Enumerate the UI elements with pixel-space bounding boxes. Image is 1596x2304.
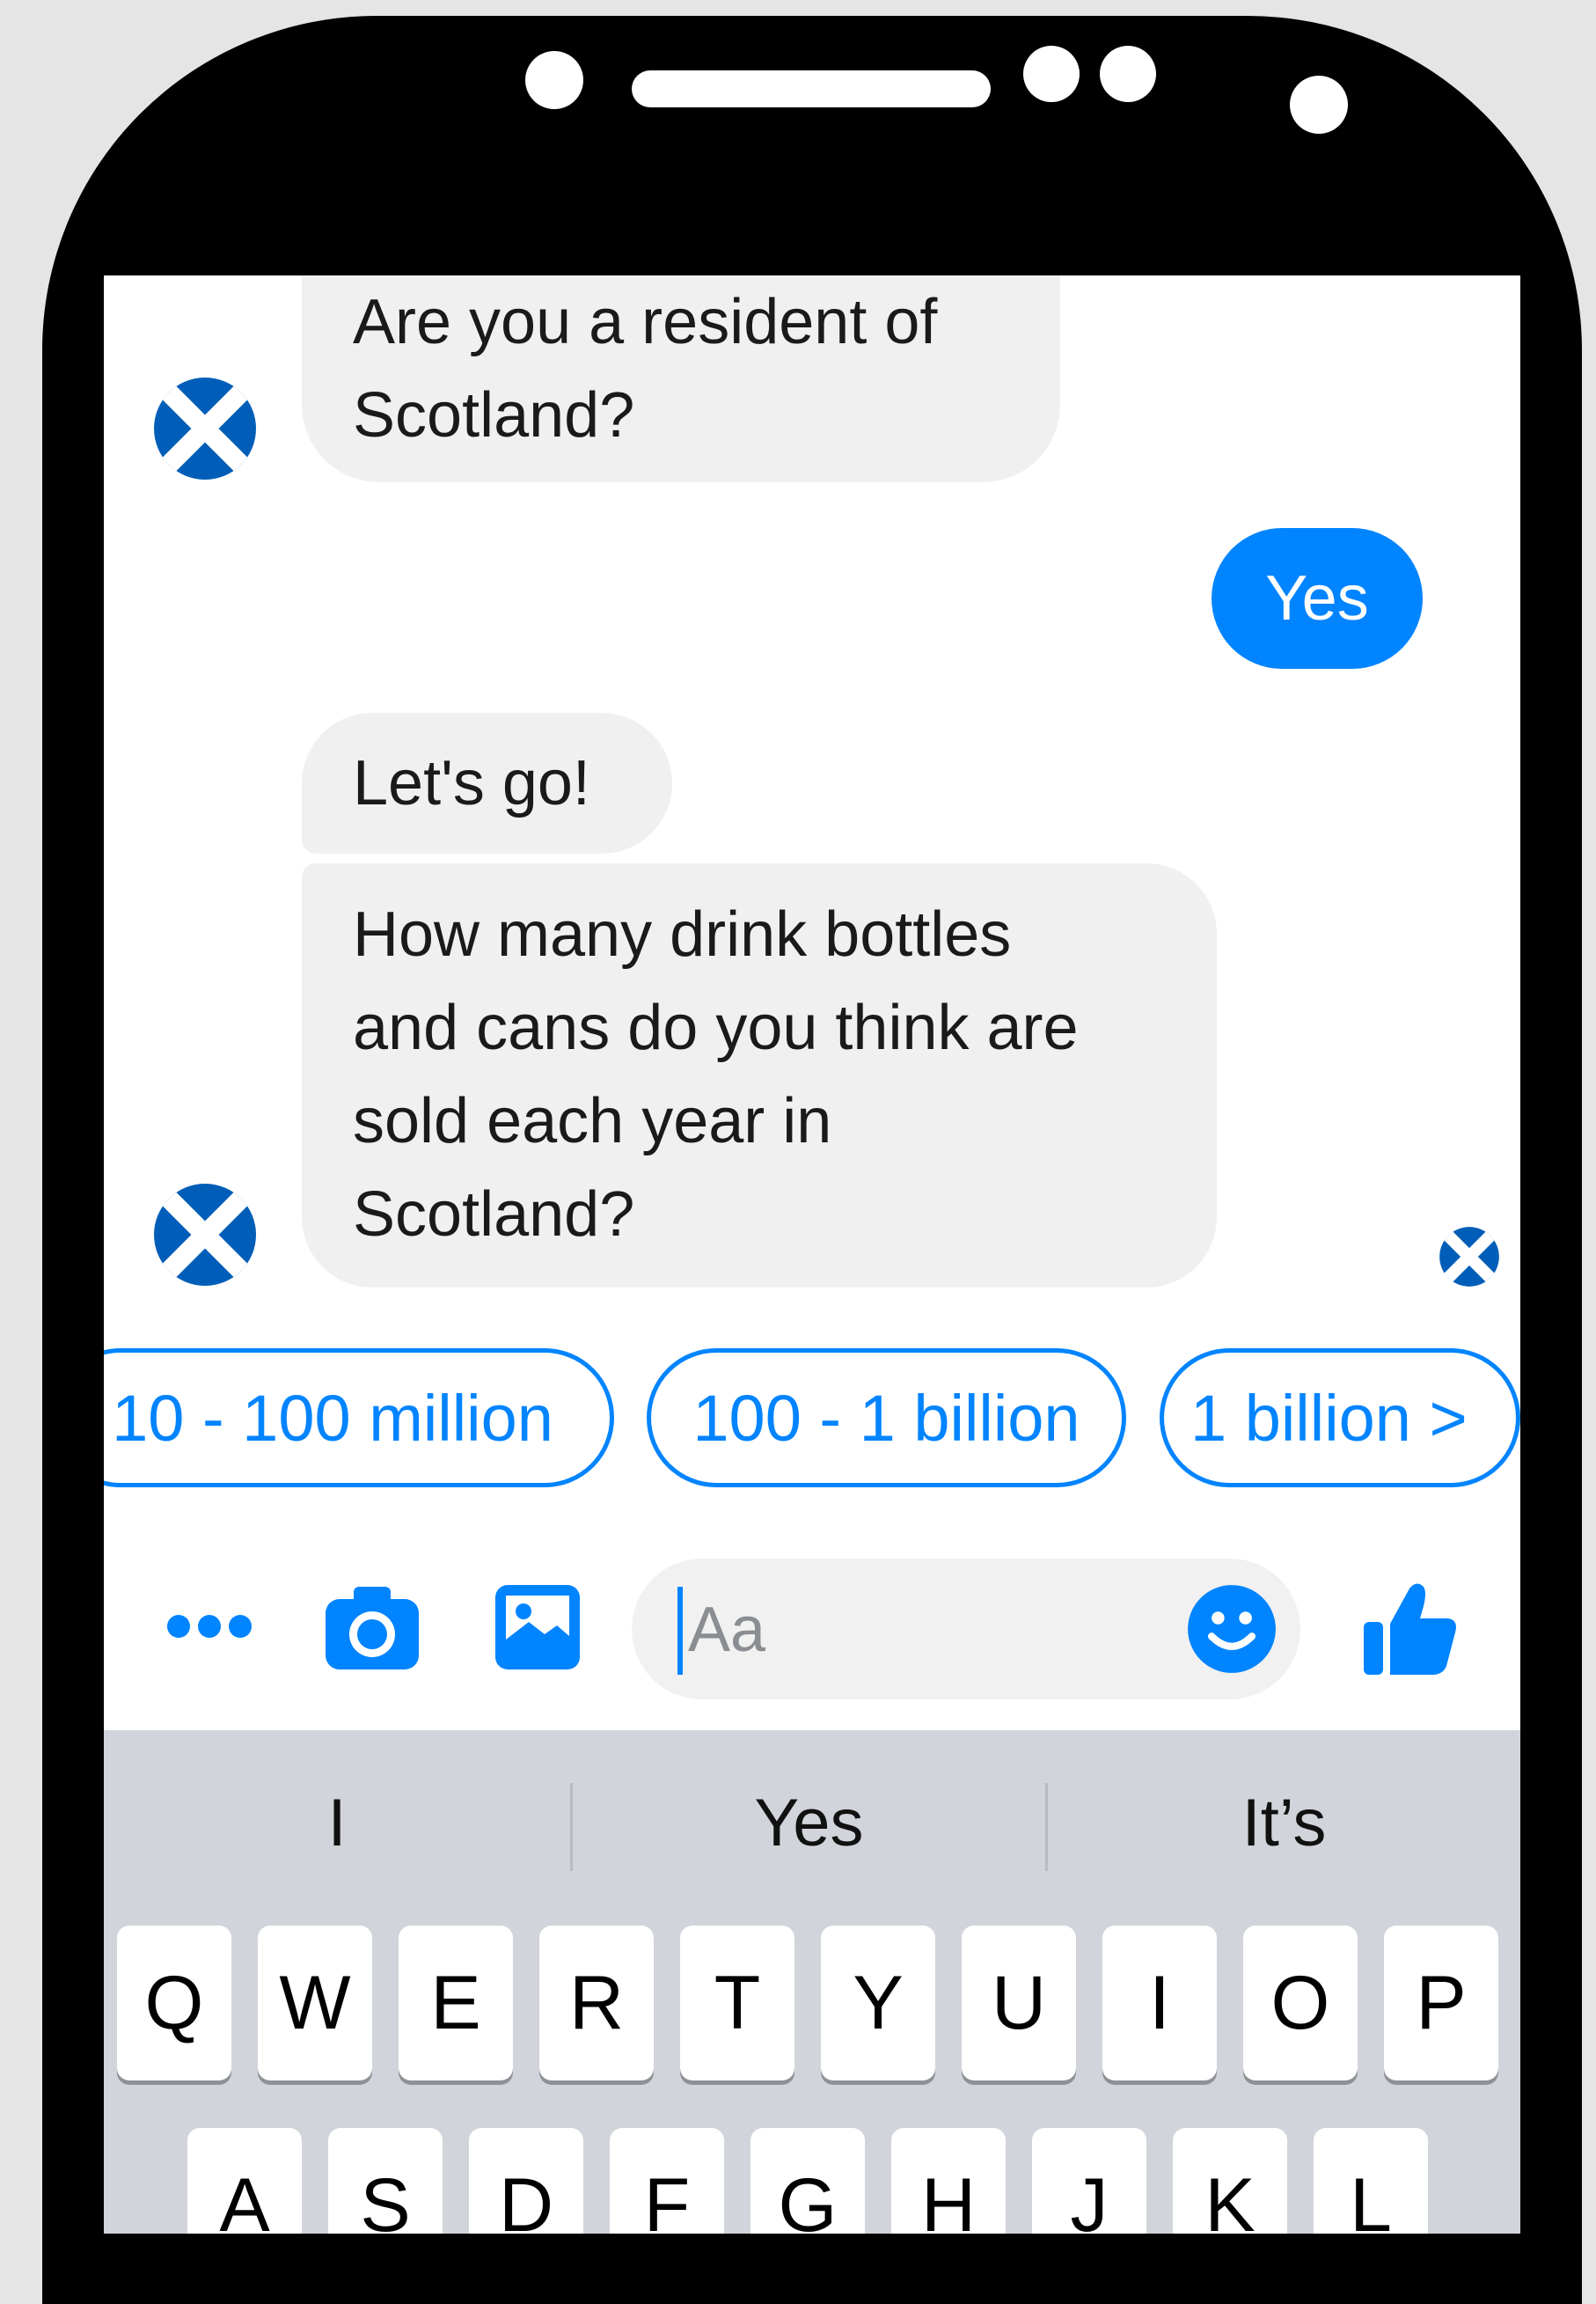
key-t[interactable]: T (680, 1926, 794, 2080)
quick-reply-label: 10 - 100 million (112, 1381, 553, 1455)
key-w[interactable]: W (258, 1926, 372, 2080)
key-j[interactable]: J (1032, 2128, 1146, 2234)
key-u[interactable]: U (962, 1926, 1076, 2080)
emoji-icon[interactable] (1186, 1583, 1278, 1675)
image-icon[interactable] (494, 1583, 582, 1671)
sensor-dot-2 (1100, 46, 1156, 102)
key-label: Y (853, 1960, 904, 2045)
key-label: W (279, 1960, 351, 2045)
key-label: J (1070, 2162, 1109, 2234)
suggestion-text: I (327, 1785, 347, 1860)
key-label: Q (144, 1960, 204, 2045)
read-receipt-scotland-flag-icon (1439, 1227, 1499, 1287)
key-e[interactable]: E (399, 1926, 513, 2080)
suggestion-text: It’s (1241, 1785, 1327, 1860)
key-label: P (1416, 1960, 1467, 2045)
bot-message-bubble: Are you a resident of Scotland? (302, 275, 1060, 482)
keyboard-suggestion[interactable]: It’s (1048, 1730, 1520, 1915)
front-camera-dot (525, 51, 583, 109)
key-label: F (643, 2162, 691, 2234)
message-line: How many drink bottles (353, 899, 1012, 970)
keyboard-suggestion[interactable]: Yes (573, 1730, 1045, 1915)
quick-reply-button[interactable]: 10 - 100 million (104, 1348, 614, 1487)
key-r[interactable]: R (539, 1926, 654, 2080)
key-label: D (498, 2162, 554, 2234)
suggestion-text: Yes (754, 1785, 864, 1860)
key-q[interactable]: Q (117, 1926, 231, 2080)
key-h[interactable]: H (891, 2128, 1006, 2234)
keyboard-suggestion[interactable]: I (104, 1730, 570, 1915)
key-label: A (219, 2162, 270, 2234)
quick-reply-button[interactable]: 100 - 1 billion (647, 1348, 1126, 1487)
sensor-dot-1 (1023, 46, 1080, 102)
keyboard: I Yes It’s Q W E R T Y U I O P A S D F G… (104, 1730, 1520, 2234)
message-line: Let's go! (353, 748, 590, 818)
scotland-flag-icon (154, 378, 256, 480)
key-label: H (920, 2162, 977, 2234)
key-label: T (714, 1960, 761, 2045)
key-label: E (430, 1960, 481, 2045)
key-label: S (360, 2162, 411, 2234)
key-d[interactable]: D (469, 2128, 583, 2234)
key-y[interactable]: Y (821, 1926, 935, 2080)
key-label: O (1270, 1960, 1330, 2045)
key-f[interactable]: F (610, 2128, 724, 2234)
message-text: Yes (1265, 563, 1369, 634)
key-label: R (568, 1960, 625, 2045)
sensor-dot-3 (1290, 76, 1348, 134)
messenger-screen: Are you a resident of Scotland? Yes Let'… (104, 275, 1520, 2234)
key-g[interactable]: G (750, 2128, 865, 2234)
key-label: I (1149, 1960, 1170, 2045)
more-icon[interactable] (165, 1613, 253, 1640)
user-message-bubble: Yes (1212, 528, 1423, 669)
thumbs-up-icon[interactable] (1362, 1580, 1459, 1677)
message-line: sold each year in (353, 1086, 832, 1156)
message-line: Are you a resident of (353, 287, 938, 357)
text-cursor (677, 1587, 683, 1675)
message-input-placeholder: Aa (688, 1595, 766, 1665)
message-line: Scotland? (353, 380, 635, 451)
key-o[interactable]: O (1243, 1926, 1358, 2080)
message-line: Scotland? (353, 1179, 635, 1250)
key-label: U (991, 1960, 1047, 2045)
scotland-flag-icon (154, 1184, 256, 1286)
key-label: K (1204, 2162, 1256, 2234)
message-input[interactable]: Aa (632, 1559, 1300, 1699)
key-l[interactable]: L (1314, 2128, 1428, 2234)
camera-icon[interactable] (324, 1583, 421, 1671)
key-s[interactable]: S (328, 2128, 443, 2234)
bot-message-bubble: How many drink bottles and cans do you t… (302, 863, 1217, 1288)
quick-reply-button[interactable]: 1 billion > (1160, 1348, 1520, 1487)
quick-reply-label: 100 - 1 billion (692, 1381, 1080, 1455)
message-line: and cans do you think are (353, 993, 1079, 1063)
key-label: L (1350, 2162, 1392, 2234)
speaker-grille (632, 70, 991, 107)
key-p[interactable]: P (1384, 1926, 1498, 2080)
key-a[interactable]: A (187, 2128, 302, 2234)
key-label: G (778, 2162, 838, 2234)
quick-reply-label: 1 billion > (1190, 1381, 1468, 1455)
bot-message-bubble: Let's go! (302, 713, 672, 854)
key-i[interactable]: I (1102, 1926, 1217, 2080)
key-k[interactable]: K (1173, 2128, 1287, 2234)
